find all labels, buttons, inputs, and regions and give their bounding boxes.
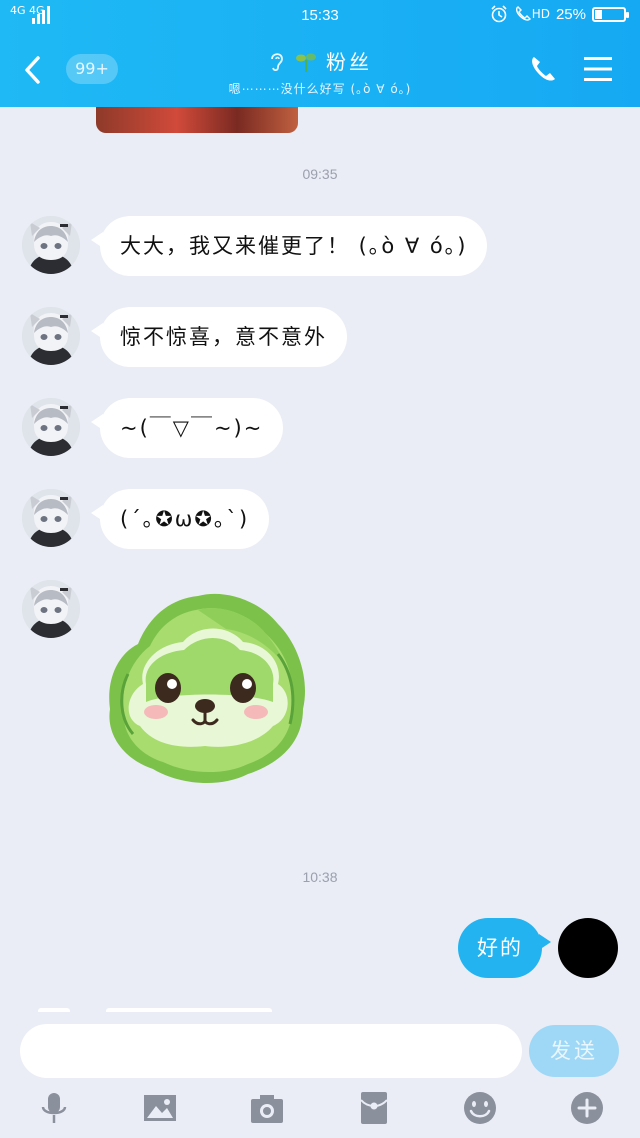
emoji-icon[interactable]	[462, 1090, 498, 1126]
message-bubble[interactable]: ~(￣▽￣~)~	[90, 398, 284, 458]
call-hd-icon	[515, 6, 531, 21]
message-input[interactable]	[20, 1024, 522, 1078]
composer: 发送	[0, 1012, 640, 1138]
status-bar: 4G 4G 15:33 HD 25%	[0, 0, 640, 34]
battery-percent: 25%	[555, 5, 586, 23]
chat-screen: 4G 4G 15:33 HD 25% 99+ 粉丝 嗯⋯⋯⋯没什么好写 (｡ò …	[0, 0, 640, 1138]
avatar-image	[22, 489, 80, 547]
red-packet-icon[interactable]	[356, 1090, 392, 1126]
avatar[interactable]	[22, 580, 80, 638]
avatar-image	[22, 216, 80, 274]
my-message-bubble[interactable]: 好的	[458, 918, 551, 978]
previous-sticker[interactable]	[96, 107, 298, 133]
image-icon[interactable]	[142, 1090, 178, 1126]
my-avatar[interactable]	[558, 918, 618, 978]
cabbage-dog-sticker[interactable]	[98, 584, 312, 790]
camera-icon[interactable]	[249, 1090, 285, 1126]
timestamp: 09:35	[302, 166, 338, 182]
avatar[interactable]	[22, 398, 80, 456]
menu-icon[interactable]	[584, 56, 612, 82]
message-bubble[interactable]: 惊不惊喜，意不意外	[91, 307, 347, 367]
chat-header: 4G 4G 15:33 HD 25% 99+ 粉丝 嗯⋯⋯⋯没什么好写 (｡ò …	[0, 0, 640, 107]
avatar[interactable]	[22, 307, 80, 365]
battery-icon	[592, 6, 629, 22]
message-bubble[interactable]: (´｡✪ω✪｡`)	[90, 489, 270, 549]
plus-icon[interactable]	[569, 1090, 605, 1126]
avatar[interactable]	[22, 216, 80, 274]
hd-label: HD	[531, 7, 550, 21]
alarm-icon	[491, 5, 507, 23]
microphone-icon[interactable]	[36, 1090, 72, 1126]
ear-icon	[271, 52, 283, 71]
avatar-image	[22, 398, 80, 456]
message-bubble[interactable]: 大大，我又来催更了！ (｡ò ∀ ó｡)	[90, 216, 488, 276]
phone-icon[interactable]	[528, 54, 558, 84]
avatar[interactable]	[22, 489, 80, 547]
avatar-image	[22, 580, 80, 638]
avatar-image	[22, 307, 80, 365]
timestamp: 10:38	[302, 869, 338, 885]
sprout-icon	[296, 53, 316, 72]
page-title: 粉丝	[326, 50, 372, 74]
send-button[interactable]: 发送	[529, 1025, 619, 1077]
